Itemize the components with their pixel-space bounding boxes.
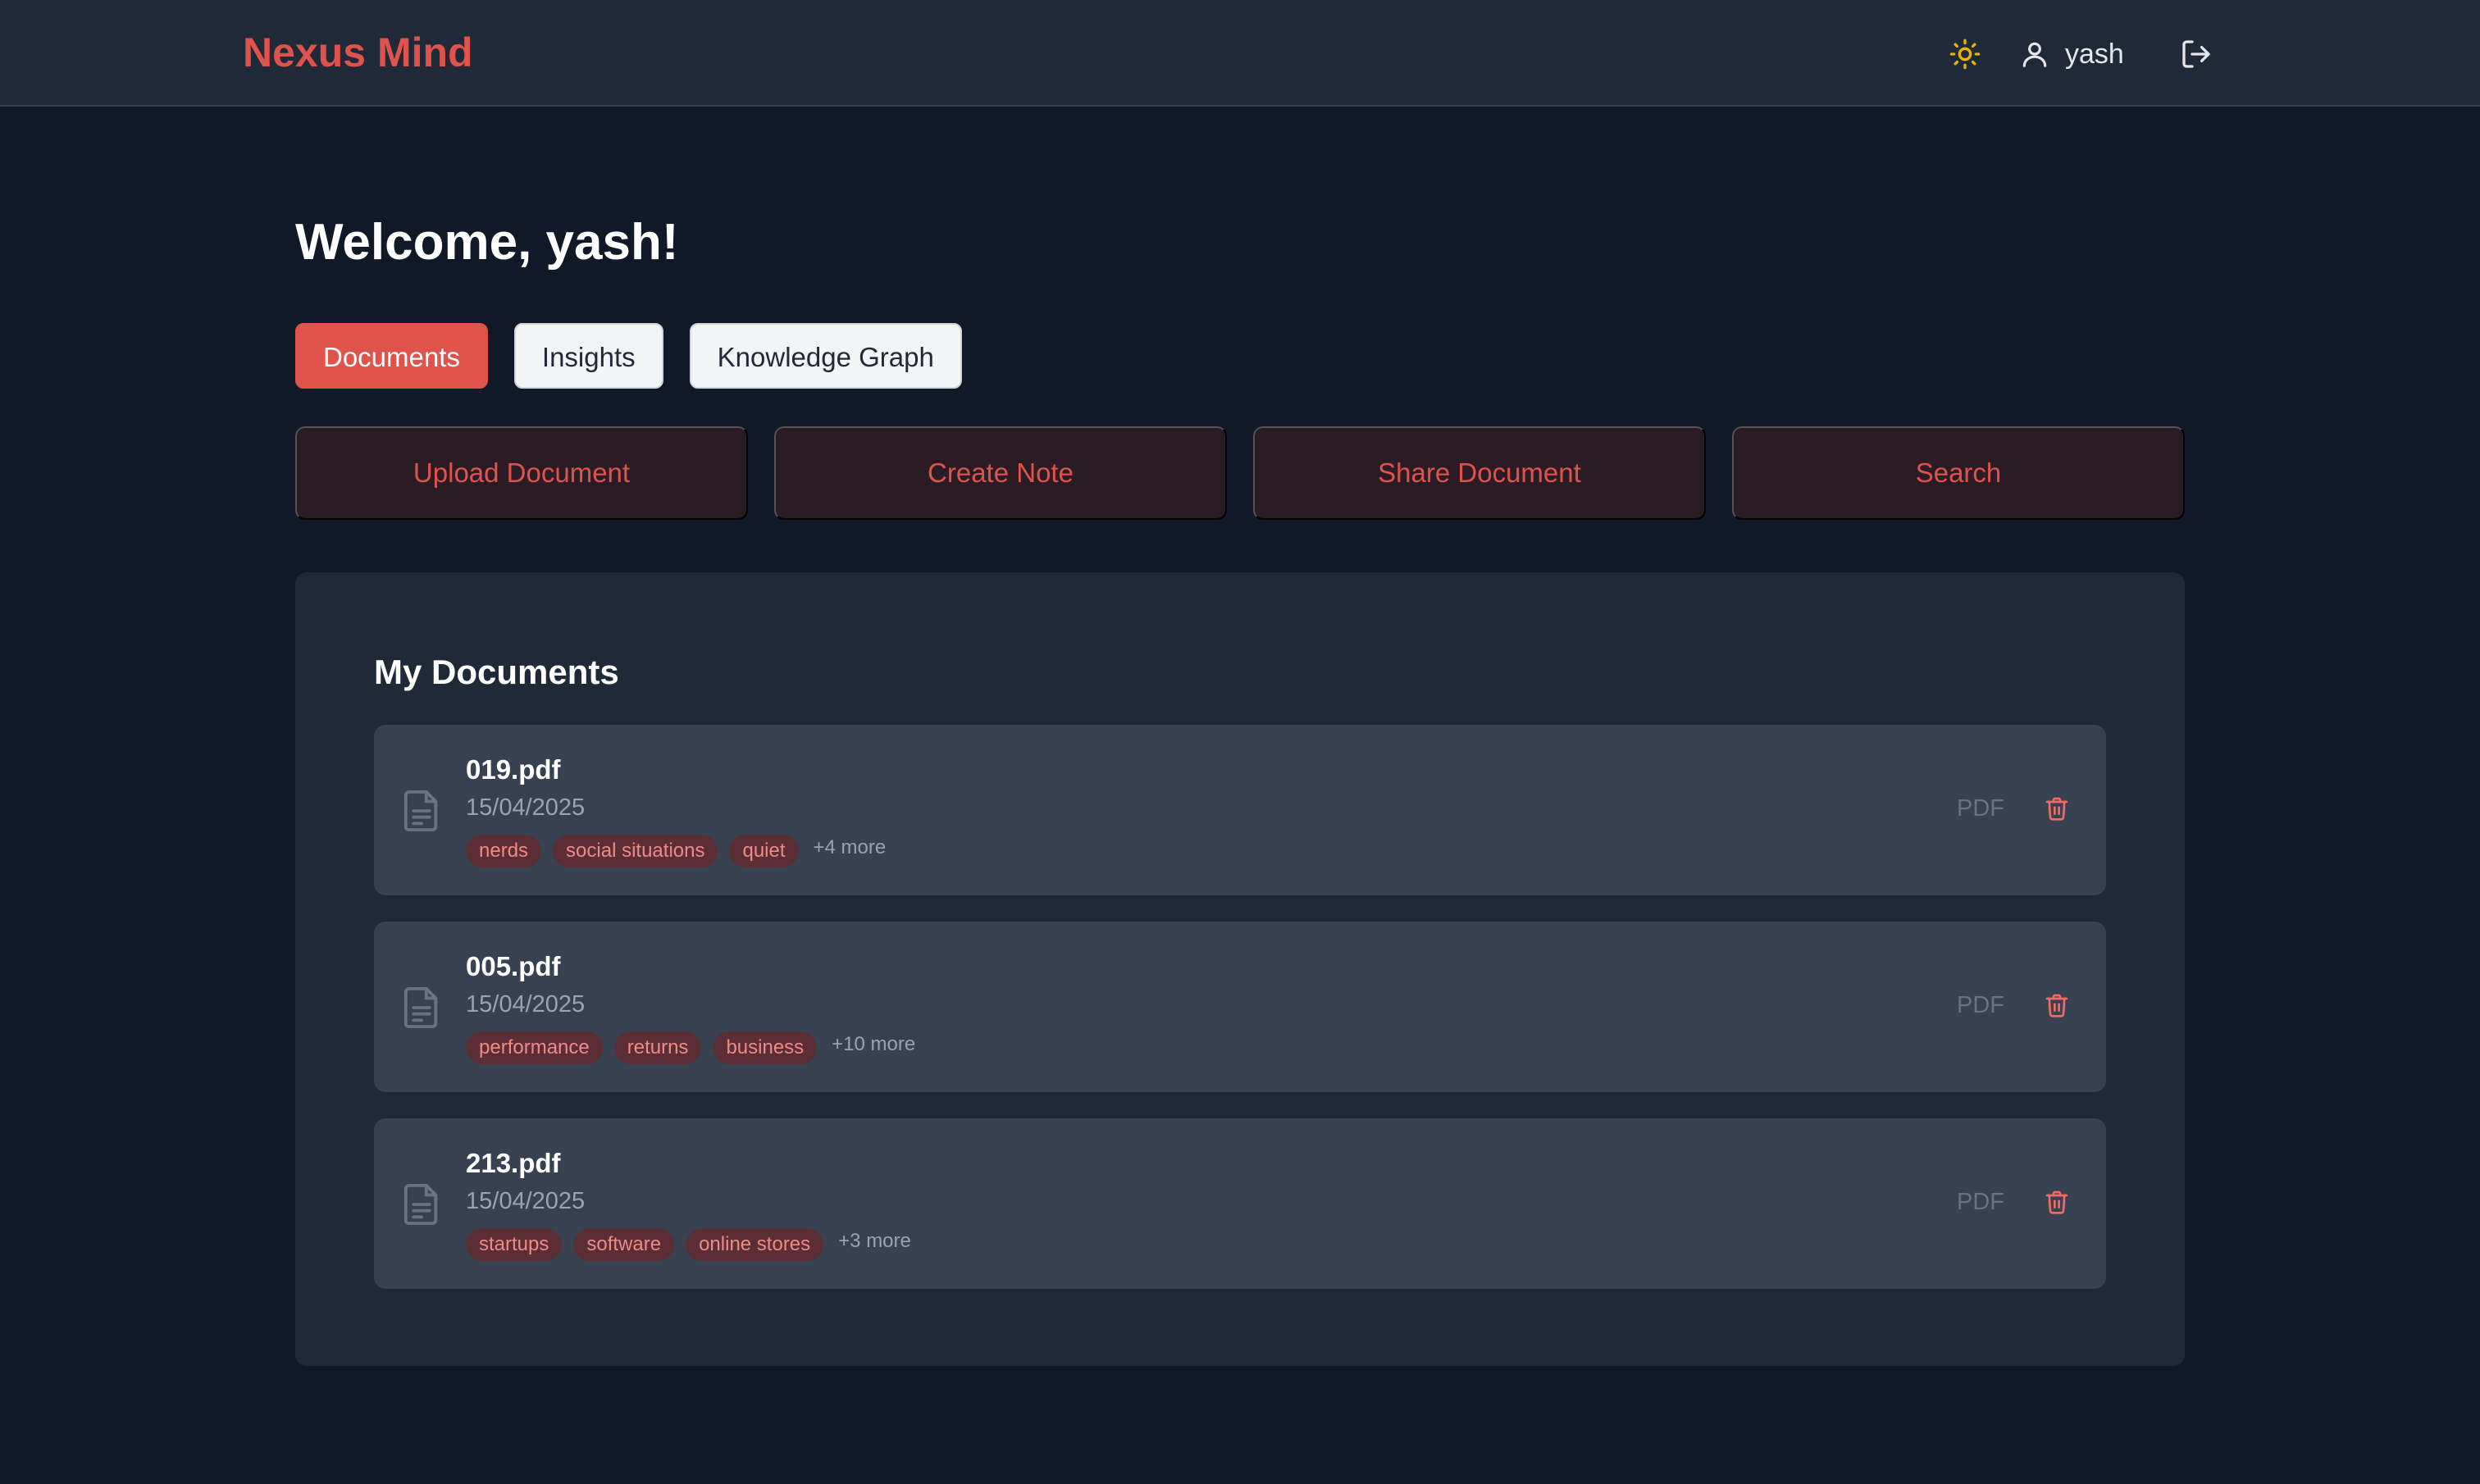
brand-logo[interactable]: Nexus Mind <box>243 26 473 79</box>
document-type: PDF <box>1957 795 2004 822</box>
documents-panel: My Documents 019.pdf 15/04/2025 nerds so… <box>295 572 2185 1366</box>
panel-title: My Documents <box>374 653 619 691</box>
document-type: PDF <box>1957 1189 2004 1215</box>
document-name[interactable]: 005.pdf <box>466 949 561 984</box>
document-list: 019.pdf 15/04/2025 nerds social situatio… <box>374 725 2106 1315</box>
tag[interactable]: returns <box>613 1031 702 1064</box>
quick-actions: Upload Document Create Note Share Docume… <box>295 426 2185 520</box>
document-tags: performance returns business +10 more <box>466 1031 915 1064</box>
sun-icon <box>1949 39 1981 70</box>
delete-button[interactable] <box>2040 989 2073 1022</box>
user-icon <box>2022 42 2047 67</box>
delete-button[interactable] <box>2040 1186 2073 1218</box>
tag[interactable]: performance <box>466 1031 603 1064</box>
create-note-button[interactable]: Create Note <box>774 426 1227 520</box>
file-text-icon <box>403 790 438 831</box>
more-tags-count: +4 more <box>813 836 887 858</box>
share-document-button[interactable]: Share Document <box>1253 426 1706 520</box>
file-text-icon <box>403 987 438 1028</box>
user-name: yash <box>2065 38 2124 70</box>
tag[interactable]: business <box>713 1031 818 1064</box>
search-button[interactable]: Search <box>1732 426 2185 520</box>
more-tags-count: +3 more <box>838 1230 911 1252</box>
tag[interactable]: software <box>573 1228 675 1261</box>
delete-button[interactable] <box>2040 792 2073 825</box>
document-date: 15/04/2025 <box>466 1188 586 1214</box>
document-date: 15/04/2025 <box>466 794 586 821</box>
tab-insights[interactable]: Insights <box>513 323 663 389</box>
user-menu[interactable]: yash <box>2019 30 2124 79</box>
document-name[interactable]: 019.pdf <box>466 753 561 787</box>
welcome-heading: Welcome, yash! <box>295 214 679 271</box>
tag[interactable]: social situations <box>553 835 718 867</box>
upload-document-button[interactable]: Upload Document <box>295 426 748 520</box>
document-name[interactable]: 213.pdf <box>466 1146 561 1181</box>
trash-icon <box>2045 1190 2068 1214</box>
tab-bar: Documents Insights Knowledge Graph <box>295 323 962 389</box>
logout-button[interactable] <box>2175 33 2218 75</box>
tag[interactable]: startups <box>466 1228 563 1261</box>
document-type: PDF <box>1957 992 2004 1018</box>
trash-icon <box>2045 797 2068 821</box>
tag[interactable]: online stores <box>686 1228 824 1261</box>
theme-toggle-button[interactable] <box>1944 33 1986 75</box>
tab-knowledge-graph[interactable]: Knowledge Graph <box>689 323 962 389</box>
trash-icon <box>2045 994 2068 1017</box>
tag[interactable]: quiet <box>729 835 799 867</box>
document-tags: nerds social situations quiet +4 more <box>466 835 886 867</box>
tag[interactable]: nerds <box>466 835 542 867</box>
more-tags-count: +10 more <box>832 1033 916 1055</box>
logout-icon <box>2182 40 2210 68</box>
file-text-icon <box>403 1184 438 1225</box>
document-item[interactable]: 019.pdf 15/04/2025 nerds social situatio… <box>374 725 2106 895</box>
top-navbar: Nexus Mind yash <box>0 0 2480 107</box>
document-item[interactable]: 213.pdf 15/04/2025 startups software onl… <box>374 1118 2106 1289</box>
document-tags: startups software online stores +3 more <box>466 1228 911 1261</box>
document-item[interactable]: 005.pdf 15/04/2025 performance returns b… <box>374 922 2106 1092</box>
document-date: 15/04/2025 <box>466 991 586 1017</box>
tab-documents[interactable]: Documents <box>295 323 488 389</box>
